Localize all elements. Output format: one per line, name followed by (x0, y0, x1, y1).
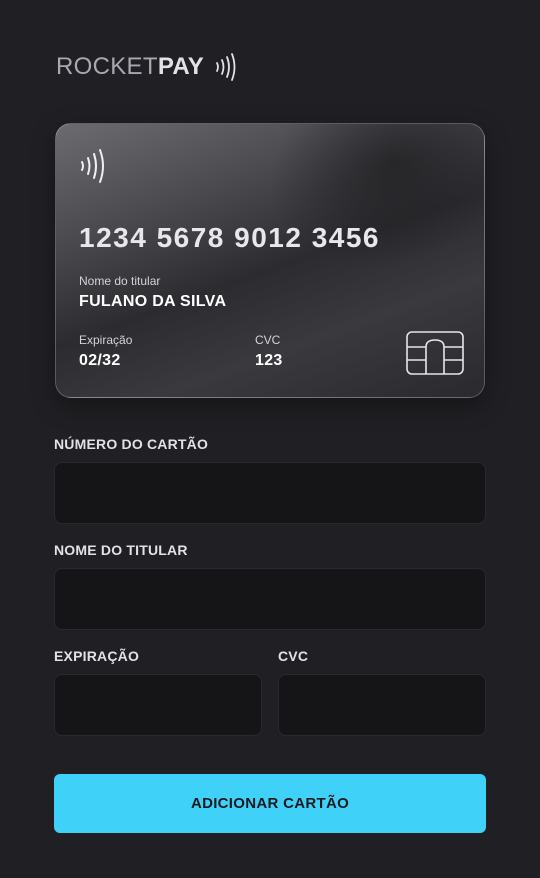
cvc-input[interactable] (278, 674, 486, 736)
credit-card-preview: 1234 5678 9012 3456 Nome do titular FULA… (55, 123, 485, 398)
expiry-value: 02/32 (79, 352, 121, 369)
contactless-icon (79, 148, 109, 189)
cvc-value: 123 (255, 352, 283, 369)
holder-name-label: NOME DO TITULAR (54, 542, 188, 558)
holder-label: Nome do titular (79, 274, 161, 288)
brand-logo: ROCKET PAY (56, 52, 240, 82)
brand-light-text: ROCKET (56, 53, 158, 80)
card-number-display: 1234 5678 9012 3456 (79, 222, 380, 253)
brand-bold-text: PAY (157, 53, 205, 80)
holder-value: FULANO DA SILVA (79, 293, 227, 310)
expiry-input[interactable] (54, 674, 262, 736)
cvc-label: CVC (255, 333, 281, 347)
contactless-icon (214, 52, 240, 82)
card-number-input[interactable] (54, 462, 486, 524)
cvc-field-label: CVC (278, 648, 309, 664)
expiry-label: Expiração (79, 333, 133, 347)
add-card-button[interactable]: ADICIONAR CARTÃO (54, 774, 486, 833)
expiry-field-label: EXPIRAÇÃO (54, 648, 140, 664)
holder-name-input[interactable] (54, 568, 486, 630)
chip-icon (406, 331, 464, 380)
card-number-label: NÚMERO DO CARTÃO (54, 436, 209, 452)
